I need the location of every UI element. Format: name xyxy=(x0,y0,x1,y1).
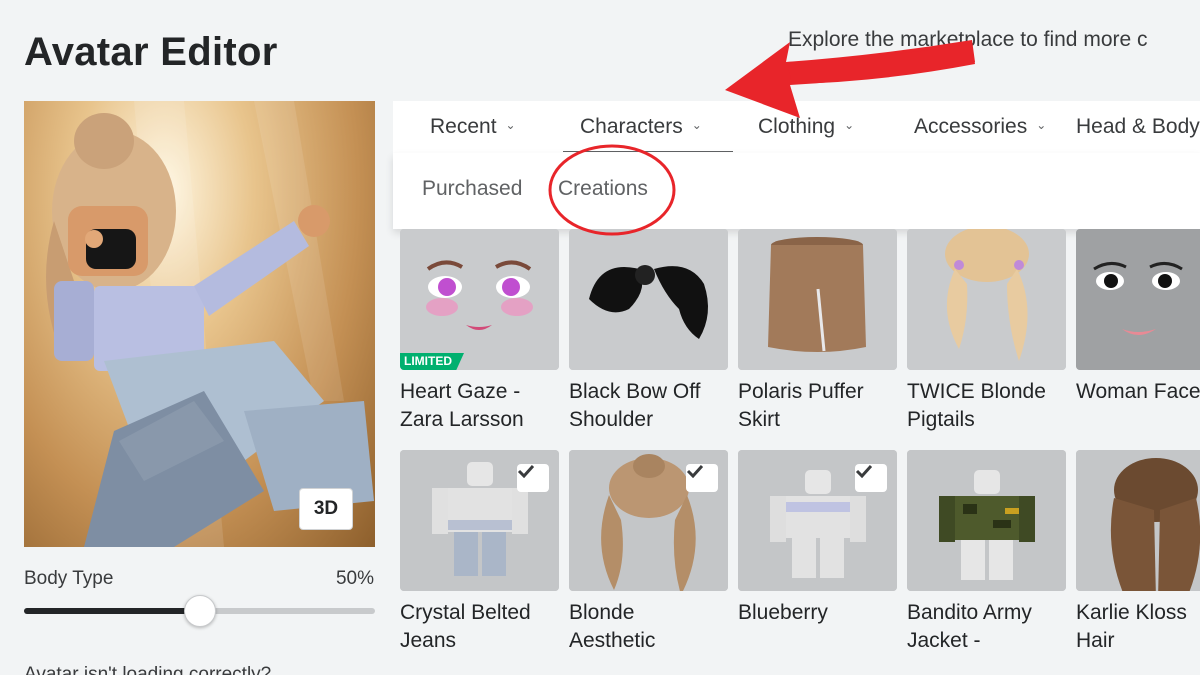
tab-characters[interactable]: Characters ⌄ xyxy=(580,101,702,153)
item-name-line: Bandito Army xyxy=(907,601,1032,624)
item-name: Bandito Army Jacket - xyxy=(907,599,1066,655)
tab-label: Recent xyxy=(430,115,497,138)
bow-icon xyxy=(569,229,728,370)
tab-label: Accessories xyxy=(914,115,1028,138)
subcategory-tabs: Purchased Creations xyxy=(393,153,1200,229)
item-name-line: Woman Face xyxy=(1076,380,1200,403)
item-name-line: Pigtails xyxy=(907,408,975,431)
chevron-down-icon: ⌄ xyxy=(844,118,855,132)
equipped-check-icon xyxy=(517,464,549,492)
item-name-line: Zara Larsson xyxy=(400,408,524,431)
tab-accessories[interactable]: Accessories ⌄ xyxy=(914,101,1046,153)
item-name: Woman Face xyxy=(1076,378,1200,406)
page-title: Avatar Editor xyxy=(24,30,278,74)
catalog-item[interactable]: Bandito Army Jacket - xyxy=(907,450,1066,655)
tab-recent[interactable]: Recent ⌄ xyxy=(430,101,516,153)
equipped-check-icon xyxy=(686,464,718,492)
equipped-check-icon xyxy=(855,464,887,492)
item-name-line: Black Bow Off xyxy=(569,380,701,403)
catalog-item[interactable]: LIMITED Heart Gaze - Zara Larsson xyxy=(400,229,559,434)
item-name: Crystal Belted Jeans xyxy=(400,599,559,655)
subtab-creations[interactable]: Creations xyxy=(558,177,648,201)
catalog-item[interactable]: TWICE Blonde Pigtails xyxy=(907,229,1066,434)
avatar-preview[interactable]: 3D xyxy=(24,101,375,547)
item-name-line: Karlie Kloss xyxy=(1076,601,1187,624)
item-thumbnail[interactable]: LIMITED xyxy=(400,229,559,370)
item-thumbnail[interactable] xyxy=(738,450,897,591)
skirt-icon xyxy=(738,229,897,370)
jacket-icon xyxy=(907,450,1066,591)
body-type-value: 50% xyxy=(335,568,374,589)
item-name: Polaris Puffer Skirt xyxy=(738,378,897,434)
item-thumbnail[interactable] xyxy=(1076,450,1200,591)
woman-face-icon xyxy=(1076,229,1200,370)
item-thumbnail[interactable] xyxy=(738,229,897,370)
item-name: TWICE Blonde Pigtails xyxy=(907,378,1066,434)
item-thumbnail[interactable] xyxy=(907,229,1066,370)
loading-help-text[interactable]: Avatar isn't loading correctly? xyxy=(24,664,271,675)
item-name-line: Aesthetic xyxy=(569,629,656,652)
item-name: Blonde Aesthetic xyxy=(569,599,728,655)
item-thumbnail[interactable] xyxy=(569,229,728,370)
category-tabs: Recent ⌄ Characters ⌄ Clothing ⌄ Accesso… xyxy=(393,101,1200,153)
item-thumbnail[interactable] xyxy=(907,450,1066,591)
item-name-line: Shoulder xyxy=(569,408,654,431)
tab-label: Characters xyxy=(580,115,683,138)
item-name-line: TWICE Blonde xyxy=(907,380,1046,403)
tab-label: Clothing xyxy=(758,115,836,138)
item-thumbnail[interactable] xyxy=(569,450,728,591)
body-type-label: Body Type xyxy=(24,568,114,589)
view-3d-button[interactable]: 3D xyxy=(299,488,353,530)
item-thumbnail[interactable] xyxy=(1076,229,1200,370)
selected-tab-indicator xyxy=(563,151,733,152)
item-name-line: Hair xyxy=(1076,629,1115,652)
catalog-item[interactable]: Black Bow Off Shoulder xyxy=(569,229,728,434)
item-name-line: Jacket - xyxy=(907,629,981,652)
brown-hair-icon xyxy=(1076,450,1200,591)
subtab-purchased[interactable]: Purchased xyxy=(422,177,522,201)
item-name-line: Heart Gaze - xyxy=(400,380,521,403)
item-name-line: Polaris Puffer xyxy=(738,380,864,403)
item-name-line: Crystal Belted xyxy=(400,601,531,624)
tab-clothing[interactable]: Clothing ⌄ xyxy=(758,101,854,153)
body-type-slider-thumb[interactable] xyxy=(184,595,216,627)
catalog-item[interactable]: Woman Face xyxy=(1076,229,1200,406)
body-type-slider[interactable] xyxy=(24,595,375,627)
chevron-down-icon: ⌄ xyxy=(691,118,702,132)
tab-label: Head & Body xyxy=(1076,115,1200,138)
pigtails-icon xyxy=(907,229,1066,370)
item-name-line: Blueberry xyxy=(738,601,828,624)
item-name: Heart Gaze - Zara Larsson xyxy=(400,378,559,434)
item-name: Karlie Kloss Hair xyxy=(1076,599,1200,655)
tab-head-and-body[interactable]: Head & Body xyxy=(1076,101,1200,153)
marketplace-hint[interactable]: Explore the marketplace to find more c xyxy=(788,28,1148,52)
catalog-item[interactable]: Crystal Belted Jeans xyxy=(400,450,559,655)
item-thumbnail[interactable] xyxy=(400,450,559,591)
chevron-down-icon: ⌄ xyxy=(505,118,516,132)
limited-badge: LIMITED xyxy=(400,353,464,370)
item-name: Blueberry xyxy=(738,599,897,627)
body-type-slider-fill xyxy=(24,608,200,614)
avatar-figure xyxy=(46,101,374,547)
chevron-down-icon: ⌄ xyxy=(1036,118,1047,132)
item-name-line: Blonde xyxy=(569,601,635,624)
catalog-item[interactable]: Karlie Kloss Hair xyxy=(1076,450,1200,655)
catalog-item[interactable]: Blueberry xyxy=(738,450,897,627)
item-name: Black Bow Off Shoulder xyxy=(569,378,728,434)
item-name-line: Skirt xyxy=(738,408,780,431)
face-icon xyxy=(400,229,559,370)
catalog-item[interactable]: Blonde Aesthetic xyxy=(569,450,728,655)
catalog-item[interactable]: Polaris Puffer Skirt xyxy=(738,229,897,434)
item-name-line: Jeans xyxy=(400,629,457,652)
